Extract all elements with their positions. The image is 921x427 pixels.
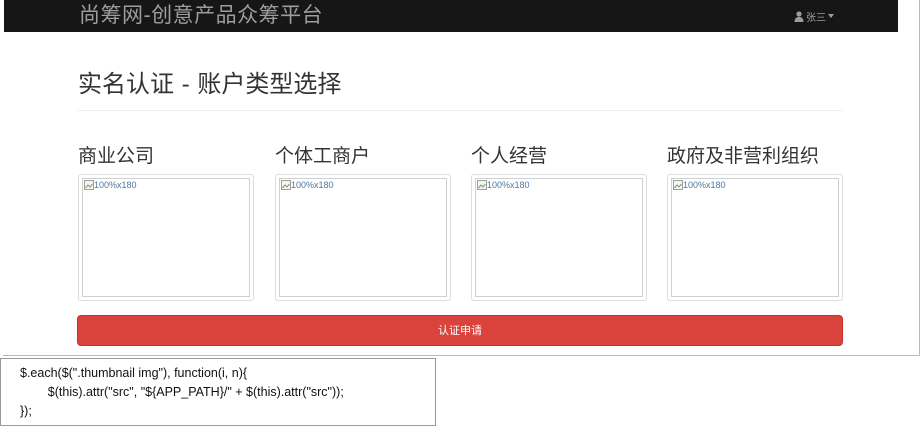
- broken-image-icon: [84, 180, 94, 190]
- top-navbar: 尚筹网-创意产品众筹平台 张三: [4, 0, 898, 32]
- broken-image-icon: [281, 180, 291, 190]
- thumbnail-government-nonprofit[interactable]: 100%x180: [667, 174, 843, 301]
- thumbnail-image[interactable]: 100%x180: [82, 178, 250, 297]
- header-divider: [78, 110, 843, 111]
- thumbnail-individual-business[interactable]: 100%x180: [275, 174, 451, 301]
- account-type-title: 个体工商户: [275, 145, 371, 167]
- code-line: $(this).attr("src", "${APP_PATH}/" + $(t…: [20, 385, 344, 399]
- account-type-government-nonprofit: 政府及非营利组织 100%x180: [667, 142, 843, 301]
- account-type-business-company: 商业公司 100%x180: [78, 142, 254, 301]
- certification-apply-button[interactable]: 认证申请: [77, 315, 843, 346]
- thumbnail-image[interactable]: 100%x180: [671, 178, 839, 297]
- thumbnail-image[interactable]: 100%x180: [475, 178, 643, 297]
- page-title: 实名认证 - 账户类型选择: [78, 70, 342, 98]
- account-type-personal-operation: 个人经营 100%x180: [471, 142, 647, 301]
- thumbnail-business-company[interactable]: 100%x180: [78, 174, 254, 301]
- account-type-individual-business: 个体工商户 100%x180: [275, 142, 451, 301]
- thumbnail-personal-operation[interactable]: 100%x180: [471, 174, 647, 301]
- image-alt-text: 100%x180: [291, 180, 334, 190]
- user-menu-dropdown[interactable]: 张三: [794, 8, 834, 24]
- broken-image-icon: [477, 180, 487, 190]
- code-line: });: [20, 404, 32, 418]
- screenshot-stage: 尚筹网-创意产品众筹平台 张三 实名认证 - 账户类型选择 商业公司 100%x…: [0, 0, 921, 427]
- image-alt-text: 100%x180: [683, 180, 726, 190]
- account-type-title: 政府及非营利组织: [667, 145, 820, 167]
- user-name-label: 张三: [806, 12, 826, 24]
- broken-image-icon: [673, 180, 683, 190]
- code-line: $.each($(".thumbnail img"), function(i, …: [20, 366, 248, 380]
- account-type-title: 商业公司: [78, 145, 155, 167]
- image-alt-text: 100%x180: [94, 180, 137, 190]
- thumbnail-image[interactable]: 100%x180: [279, 178, 447, 297]
- site-brand[interactable]: 尚筹网-创意产品众筹平台: [79, 1, 323, 29]
- code-snippet: $.each($(".thumbnail img"), function(i, …: [0, 358, 436, 426]
- user-icon: [794, 10, 804, 22]
- account-type-title: 个人经营: [471, 145, 548, 167]
- image-alt-text: 100%x180: [487, 180, 530, 190]
- caret-down-icon: [828, 14, 834, 18]
